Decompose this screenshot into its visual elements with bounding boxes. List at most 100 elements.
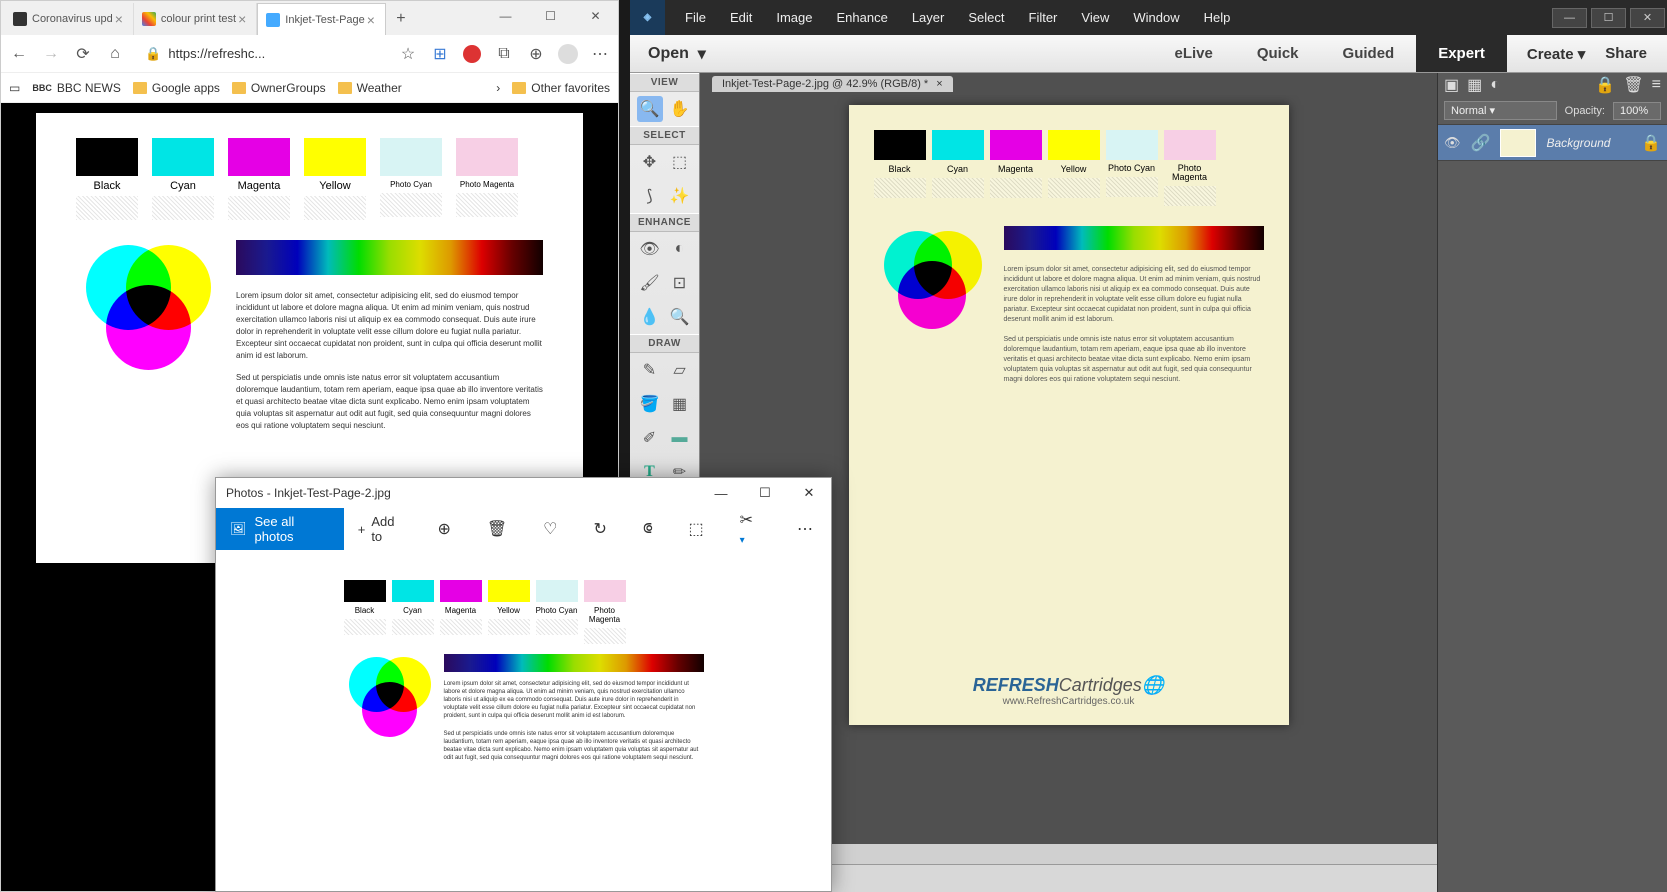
new-tab-button[interactable]: +	[386, 3, 416, 35]
wand-tool[interactable]: ✨	[667, 183, 693, 209]
menu-icon[interactable]: ⋯	[590, 44, 610, 64]
new-layer-icon[interactable]: ▣	[1444, 75, 1459, 95]
lasso-tool[interactable]: ⟆	[637, 183, 663, 209]
document-tab[interactable]: Inkjet-Test-Page-2.jpg @ 42.9% (RGB/8) *…	[712, 76, 953, 92]
lock-icon[interactable]: 🔒	[1595, 75, 1615, 95]
delete-icon[interactable]: 🗑	[1623, 75, 1643, 95]
mode-expert[interactable]: Expert	[1416, 35, 1507, 72]
opacity-input[interactable]: 100%	[1613, 102, 1661, 120]
scan-icon[interactable]: ⬚	[671, 519, 722, 539]
other-favorites[interactable]: Other favorites	[512, 81, 610, 95]
tab-label: colour print test	[161, 13, 236, 25]
photos-window: Photos - Inkjet-Test-Page-2.jpg — ☐ ✕ 🖼S…	[215, 477, 832, 892]
delete-icon[interactable]: 🗑	[469, 519, 525, 539]
brush-tool[interactable]: 🖌	[637, 270, 663, 296]
swatch-label: Yellow	[319, 180, 350, 192]
refresh-button[interactable]: ⟳	[73, 44, 93, 64]
see-all-photos-button[interactable]: 🖼See all photos	[216, 508, 344, 550]
menu-view[interactable]: View	[1081, 10, 1109, 25]
favorite-icon[interactable]: ♡	[525, 519, 575, 539]
more-icon[interactable]: ⋯	[779, 519, 831, 539]
browser-tab-2[interactable]: Inkjet-Test-Page×	[257, 3, 386, 35]
menu-window[interactable]: Window	[1133, 10, 1179, 25]
folder-icon	[338, 82, 352, 94]
canvas-image[interactable]: Black Cyan Magenta Yellow Photo Cyan Pho…	[849, 105, 1289, 725]
stamp-tool[interactable]: ⊡	[667, 270, 693, 296]
home-button[interactable]: ⌂	[105, 44, 125, 64]
bm-label: Google apps	[152, 81, 220, 95]
bookmark-bbc[interactable]: BBCBBC NEWS	[32, 81, 121, 95]
favorite-icon[interactable]: ☆	[398, 44, 418, 64]
menu-layer[interactable]: Layer	[912, 10, 945, 25]
menu-file[interactable]: File	[685, 10, 706, 25]
picker-tool[interactable]: ✐	[637, 425, 663, 451]
rotate-icon[interactable]: ↻	[576, 519, 625, 539]
blur-tool[interactable]: 💧	[637, 304, 663, 330]
ext-icon[interactable]: ⊞	[430, 44, 450, 64]
group-icon[interactable]: ▦	[1467, 75, 1482, 95]
menu-select[interactable]: Select	[968, 10, 1004, 25]
mask-icon[interactable]: ◐	[1490, 76, 1500, 94]
mode-guided[interactable]: Guided	[1321, 35, 1417, 72]
tab-close-icon[interactable]: ×	[236, 11, 248, 27]
profile-icon[interactable]	[558, 44, 578, 64]
doc-close-icon[interactable]: ×	[936, 78, 942, 90]
crop-icon[interactable]: ⟃	[625, 520, 671, 538]
mode-quick[interactable]: Quick	[1235, 35, 1321, 72]
address-bar[interactable]: 🔒 https://refreshc...	[137, 46, 386, 62]
bookmark-owner[interactable]: OwnerGroups	[232, 81, 326, 95]
layer-row[interactable]: 👁 🔗 Background 🔒	[1438, 125, 1667, 161]
forward-button[interactable]: →	[41, 44, 61, 64]
pencil-tool[interactable]: ✎	[637, 357, 663, 383]
panel-menu-icon[interactable]: ≡	[1652, 76, 1661, 94]
gradient-tool[interactable]: ▦	[667, 391, 693, 417]
hand-tool[interactable]: ✋	[667, 96, 693, 122]
menu-enhance[interactable]: Enhance	[837, 10, 888, 25]
marquee-tool[interactable]: ⬚	[667, 149, 693, 175]
minimize-button[interactable]: —	[483, 1, 528, 31]
adblock-icon[interactable]	[462, 44, 482, 64]
add-to-button[interactable]: +Add to	[344, 514, 420, 544]
photos-minimize[interactable]: —	[699, 478, 743, 508]
menu-help[interactable]: Help	[1204, 10, 1231, 25]
share-button[interactable]: Share	[1605, 45, 1647, 63]
tab-close-icon[interactable]: ×	[365, 12, 377, 28]
bucket-tool[interactable]: 🪣	[637, 391, 663, 417]
tab-close-icon[interactable]: ×	[113, 11, 125, 27]
menu-filter[interactable]: Filter	[1029, 10, 1058, 25]
photos-content[interactable]: Black Cyan Magenta Yellow Photo Cyan Pho…	[216, 550, 831, 772]
bookmark-weather[interactable]: Weather	[338, 81, 402, 95]
create-button[interactable]: Create ▾	[1527, 45, 1585, 63]
collections-icon[interactable]: ⧉	[494, 44, 514, 64]
bookmark-google[interactable]: Google apps	[133, 81, 220, 95]
sharpen-tool[interactable]: 🔍	[667, 304, 693, 330]
bookmarks-overflow[interactable]: ›	[496, 81, 500, 95]
mode-elive[interactable]: eLive	[1152, 35, 1234, 72]
open-button[interactable]: Open ▾	[630, 44, 706, 64]
read-icon[interactable]: ▭	[9, 81, 20, 95]
browser-tab-1[interactable]: colour print test×	[134, 3, 257, 35]
blend-mode-select[interactable]: Normal ▾	[1444, 101, 1557, 120]
photos-maximize[interactable]: ☐	[743, 478, 787, 508]
menu-image[interactable]: Image	[776, 10, 812, 25]
spot-tool[interactable]: ◐	[667, 236, 693, 262]
visibility-icon[interactable]: 👁	[1444, 135, 1461, 151]
zoom-icon[interactable]: ⊕	[419, 519, 468, 539]
menu-edit[interactable]: Edit	[730, 10, 752, 25]
maximize-button[interactable]: ☐	[528, 1, 573, 31]
zoom-tool[interactable]: 🔍	[637, 96, 663, 122]
back-button[interactable]: ←	[9, 44, 29, 64]
edit-icon[interactable]: ✂ ▾	[722, 510, 779, 548]
close-button[interactable]: ✕	[573, 1, 618, 31]
pse-close[interactable]: ✕	[1630, 8, 1665, 28]
move-tool[interactable]: ✥	[637, 149, 663, 175]
addtab-icon[interactable]: ⊕	[526, 44, 546, 64]
redeye-tool[interactable]: 👁	[637, 236, 663, 262]
eraser-tool[interactable]: ▱	[667, 357, 693, 383]
browser-tab-0[interactable]: Coronavirus upd×	[5, 3, 134, 35]
shape-tool[interactable]: ▬	[667, 425, 693, 451]
pse-maximize[interactable]: ☐	[1591, 8, 1626, 28]
pse-minimize[interactable]: —	[1552, 8, 1587, 28]
link-icon[interactable]: 🔗	[1471, 133, 1491, 153]
photos-close[interactable]: ✕	[787, 478, 831, 508]
